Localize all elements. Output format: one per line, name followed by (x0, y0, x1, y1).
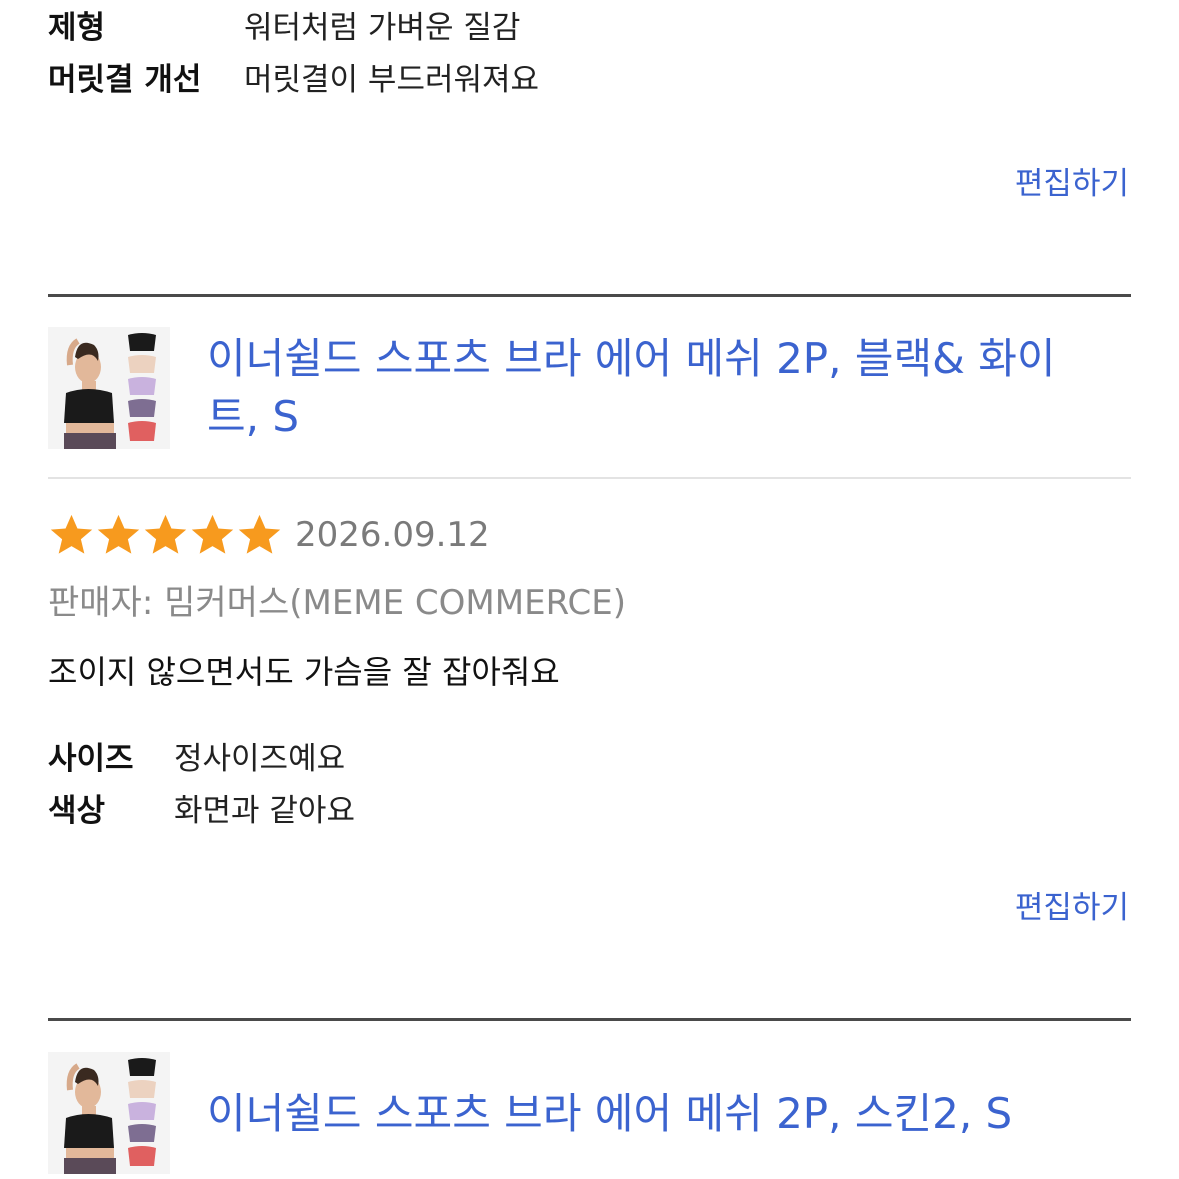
review-date: 2026.09.12 (295, 515, 490, 555)
edit-button[interactable]: 편집하기 (1015, 882, 1129, 927)
section-divider (48, 1018, 1131, 1021)
edit-button[interactable]: 편집하기 (1015, 158, 1129, 203)
attr-key-size: 사이즈 (48, 741, 134, 777)
star-rating (48, 512, 283, 558)
attr-value-texture: 워터처럼 가벼운 질감 (244, 10, 521, 46)
attr-key-color: 색상 (48, 793, 106, 829)
product-image (48, 327, 170, 449)
star-icon (50, 514, 93, 554)
product-title-link[interactable]: 이너쉴드 스포츠 브라 에어 메쉬 2P, 스킨2, S (207, 1085, 1147, 1143)
product-thumbnail[interactable] (48, 327, 170, 449)
seller-name: 판매자: 밈커머스(MEME COMMERCE) (48, 583, 627, 623)
star-icon (144, 514, 187, 554)
attr-value-size: 정사이즈예요 (174, 741, 346, 777)
star-icon (191, 514, 234, 554)
section-divider (48, 294, 1131, 297)
star-icon (97, 514, 140, 554)
star-icon (238, 514, 281, 554)
review-text: 조이지 않으면서도 가슴을 잘 잡아줘요 (48, 653, 560, 691)
attr-value-hair-improvement: 머릿결이 부드러워져요 (244, 62, 540, 98)
attr-value-color: 화면과 같아요 (174, 793, 355, 829)
attr-key-hair-improvement: 머릿결 개선 (48, 62, 202, 98)
product-thumbnail[interactable] (48, 1052, 170, 1174)
attr-key-texture: 제형 (48, 10, 106, 46)
header-divider (48, 477, 1131, 479)
product-title-link[interactable]: 이너쉴드 스포츠 브라 에어 메쉬 2P, 블랙& 화이트, S (207, 330, 1067, 446)
product-image (48, 1052, 170, 1174)
